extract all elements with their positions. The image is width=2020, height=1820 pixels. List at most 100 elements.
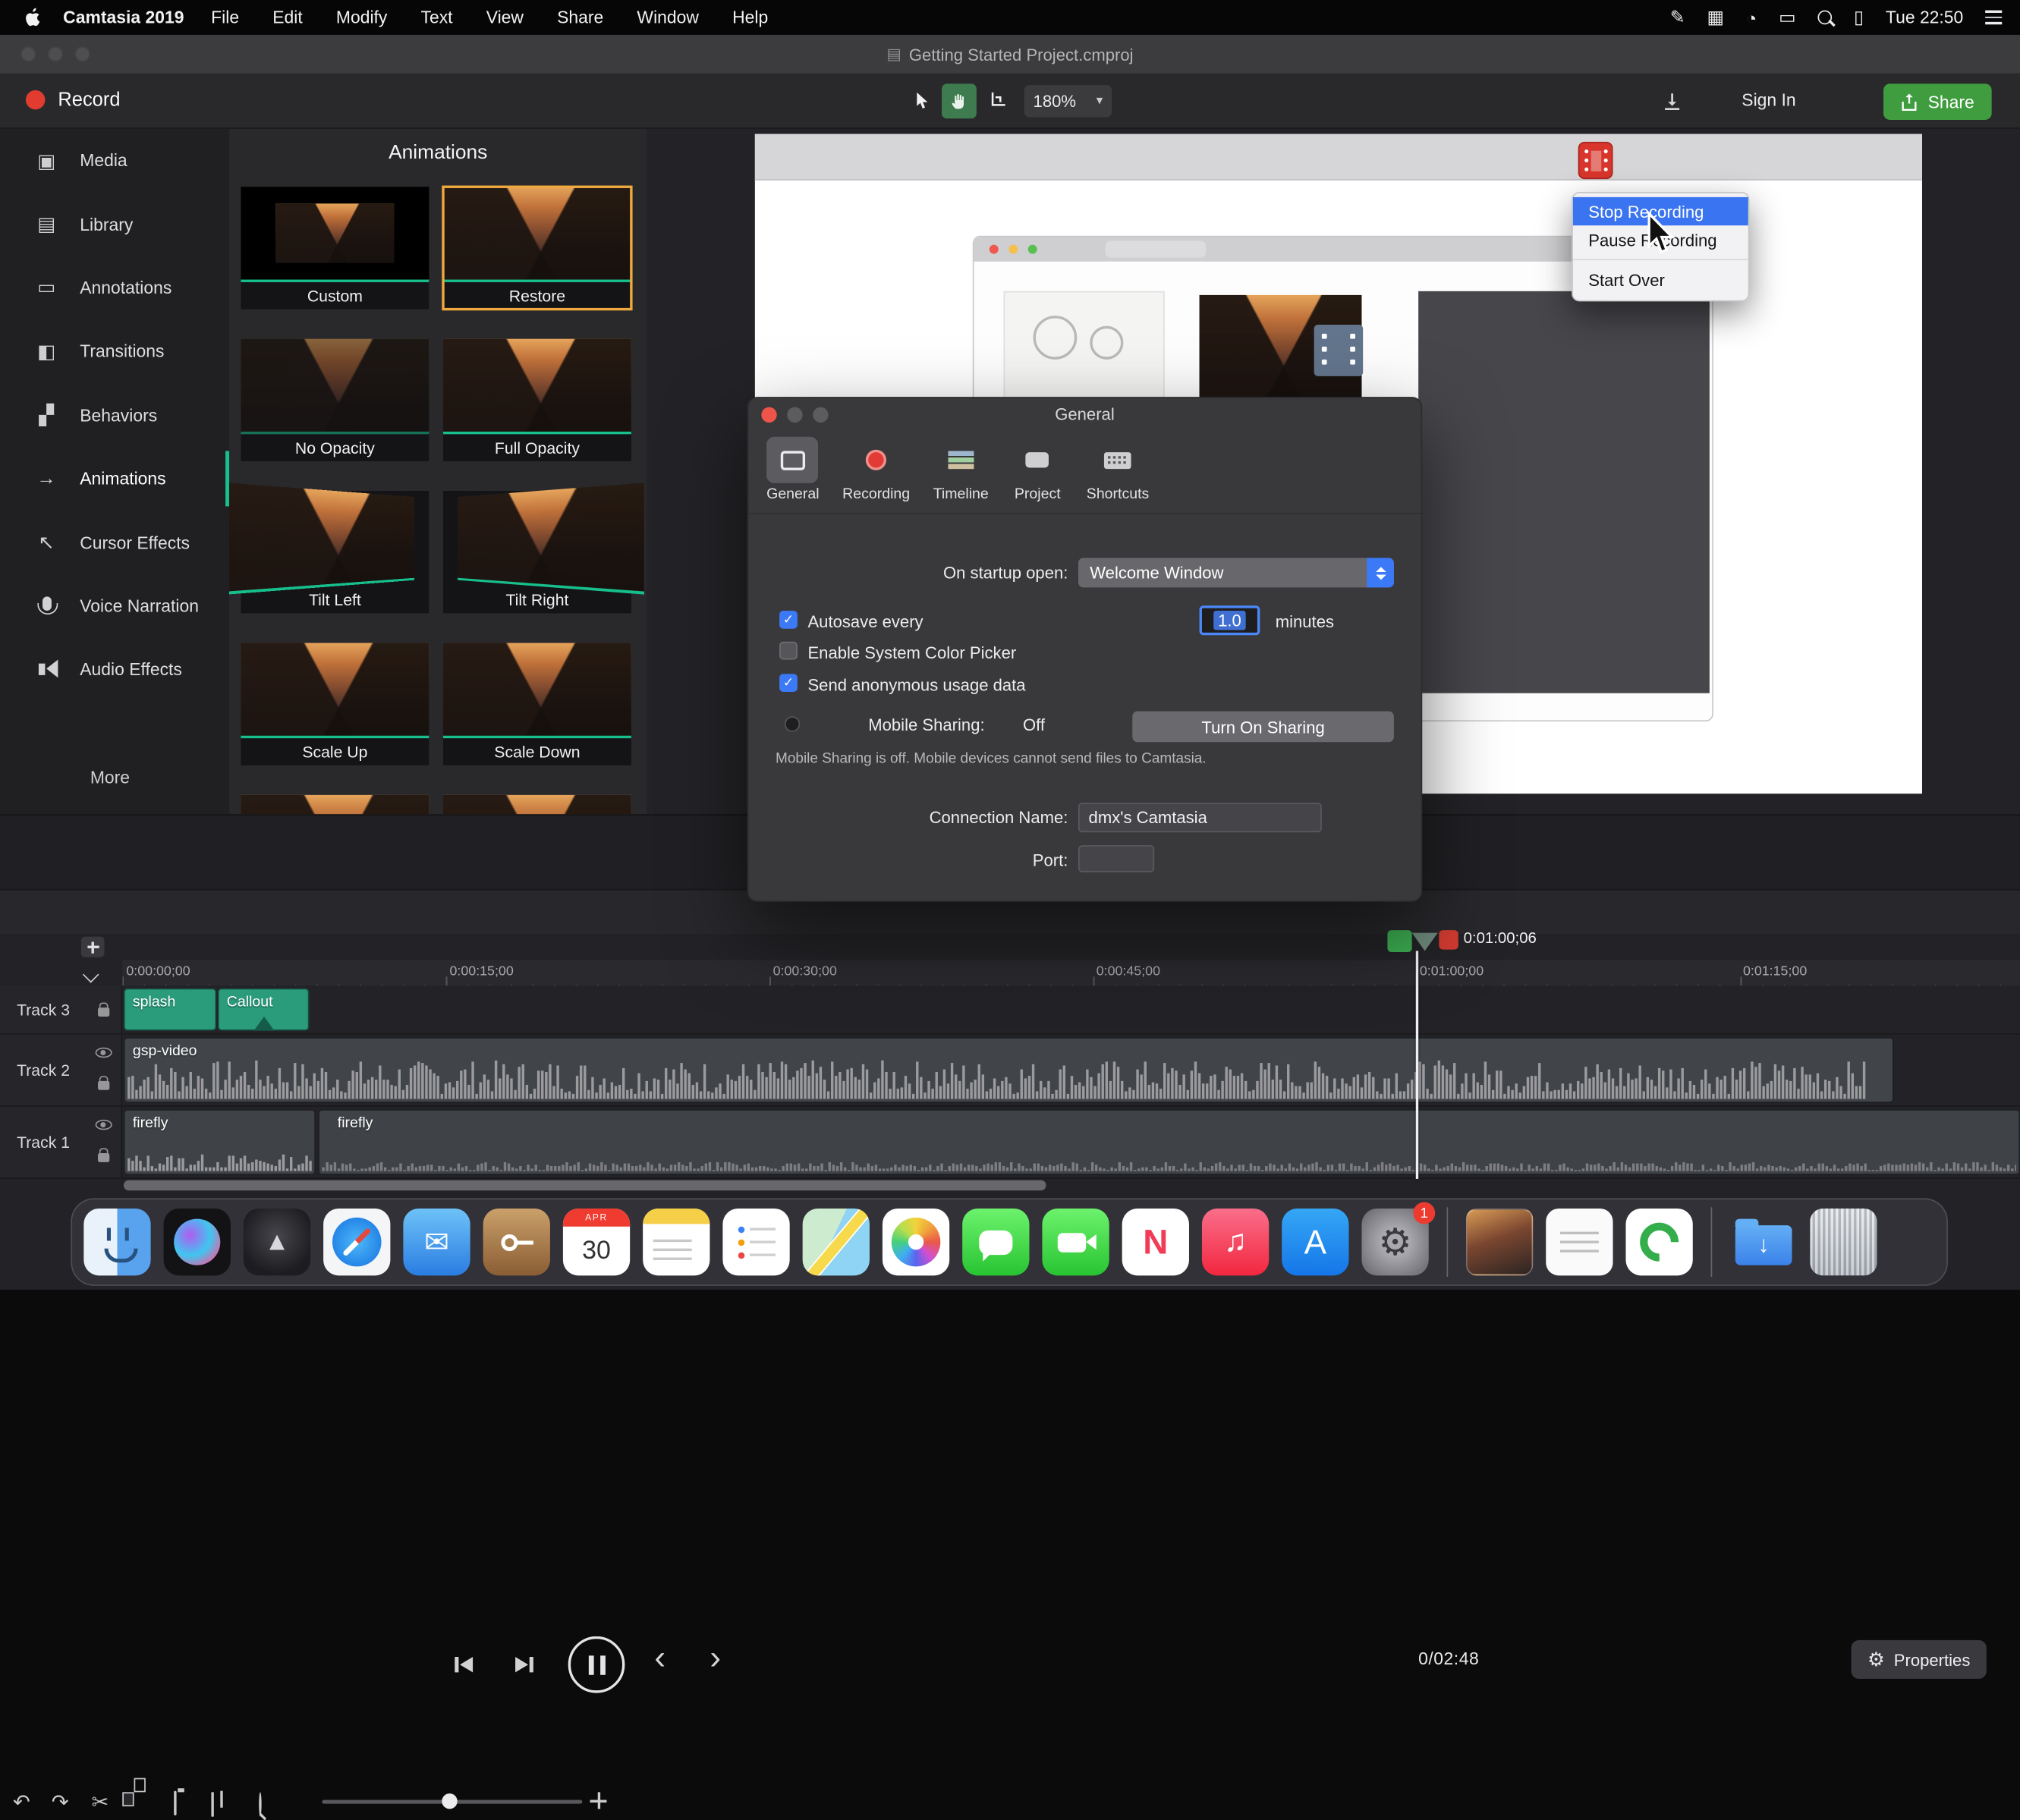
sidebar-item-media[interactable]: ▣Media	[0, 129, 229, 193]
animation-tile-custom[interactable]: Custom	[241, 187, 429, 309]
collapse-tracks-icon[interactable]	[83, 967, 99, 983]
timeline-horizontal-scrollbar[interactable]	[124, 1180, 1046, 1191]
tab-project[interactable]: Project	[1012, 432, 1063, 502]
menu-modify[interactable]: Modify	[319, 8, 404, 27]
tab-timeline[interactable]: Timeline	[933, 432, 989, 502]
menu-text[interactable]: Text	[404, 8, 469, 27]
track-header[interactable]: Track 2	[0, 1035, 122, 1105]
sidebar-item-cursor-effects[interactable]: ↖Cursor Effects	[0, 511, 229, 574]
sign-in-button[interactable]: Sign In	[1742, 90, 1795, 109]
dock-photos-icon[interactable]	[883, 1209, 949, 1275]
dock-app-store-icon[interactable]: A	[1282, 1209, 1348, 1275]
dock-messages-icon[interactable]	[962, 1209, 1029, 1275]
lock-icon[interactable]	[98, 1007, 109, 1017]
dock-camtasia-icon[interactable]	[1625, 1209, 1692, 1275]
eye-icon[interactable]	[96, 1120, 112, 1130]
dock-mail-icon[interactable]: ✉	[403, 1209, 470, 1275]
split-button[interactable]	[211, 1793, 213, 1817]
share-button[interactable]: Share	[1883, 83, 1992, 120]
menu-share[interactable]: Share	[540, 8, 620, 27]
undo-button[interactable]: ↶	[13, 1790, 30, 1815]
notification-center-icon[interactable]	[1985, 11, 2002, 24]
timeline-zoom-slider[interactable]	[322, 1800, 582, 1804]
add-track-button[interactable]	[81, 937, 105, 957]
spotlight-search-icon[interactable]	[1817, 11, 1832, 25]
dock-trash-icon[interactable]	[1810, 1209, 1877, 1275]
menu-edit[interactable]: Edit	[256, 8, 319, 27]
display-mirroring-icon[interactable]: ▭	[1779, 6, 1795, 28]
clip-firefly-2[interactable]: firefly	[318, 1109, 2020, 1175]
sidebar-item-behaviors[interactable]: ▞Behaviors	[0, 383, 229, 447]
dialog-titlebar[interactable]: General	[748, 398, 1421, 432]
sidebar-item-annotations[interactable]: ▭Annotations	[0, 256, 229, 320]
app-menu-title[interactable]: Camtasia 2019	[63, 8, 184, 27]
playhead-handle[interactable]	[1412, 933, 1438, 951]
menu-clock[interactable]: Tue 22:50	[1886, 8, 1963, 27]
clip-gsp-video[interactable]: gsp-video	[124, 1037, 1894, 1103]
dock-safari-icon[interactable]	[323, 1209, 390, 1275]
tab-shortcuts[interactable]: Shortcuts	[1087, 432, 1149, 502]
sidebar-item-audio-effects[interactable]: Audio Effects	[0, 638, 229, 702]
recorder-film-icon[interactable]	[1578, 142, 1613, 179]
timer-icon[interactable]: ◔	[1746, 7, 1757, 27]
color-picker-checkbox[interactable]	[779, 642, 798, 660]
paste-button[interactable]	[174, 1792, 176, 1815]
zoom-button[interactable]	[74, 46, 90, 61]
playhead-out-handle[interactable]	[1439, 930, 1458, 949]
keyboard-grid-icon[interactable]: ▦	[1707, 6, 1724, 28]
autosave-minutes-field[interactable]: 1.0	[1200, 605, 1260, 635]
dock-reminders-icon[interactable]	[722, 1209, 789, 1275]
pause-button[interactable]	[568, 1636, 625, 1693]
playhead-in-handle[interactable]	[1387, 930, 1411, 952]
dock-keychain-icon[interactable]	[483, 1209, 550, 1275]
track-header[interactable]: Track 3	[0, 985, 122, 1033]
tab-general[interactable]: General	[766, 432, 819, 502]
animation-tile-partial[interactable]	[443, 795, 631, 814]
cut-button[interactable]: ✂	[92, 1790, 109, 1815]
export-button[interactable]	[1654, 83, 1691, 118]
sidebar-more-button[interactable]: More	[90, 768, 130, 787]
animation-tile-partial[interactable]	[241, 795, 429, 814]
close-button[interactable]	[20, 46, 36, 61]
apple-logo-icon[interactable]	[26, 8, 42, 27]
canvas-zoom-dropdown[interactable]: 180% ▾	[1024, 85, 1112, 117]
animation-tile-tilt-right[interactable]: Tilt Right	[443, 491, 631, 613]
display-icon[interactable]: ▯	[1854, 6, 1864, 28]
clip-splash[interactable]: splash	[124, 989, 216, 1031]
lock-icon[interactable]	[98, 1153, 109, 1162]
dock-siri-icon[interactable]	[164, 1209, 231, 1275]
eye-icon[interactable]	[96, 1048, 112, 1058]
animation-tile-no-opacity[interactable]: No Opacity	[241, 339, 429, 461]
next-frame-button[interactable]	[505, 1651, 543, 1679]
properties-button[interactable]: ⚙ Properties	[1852, 1640, 1987, 1679]
tab-recording[interactable]: Recording	[842, 432, 910, 502]
track-header[interactable]: Track 1	[0, 1107, 122, 1177]
sidebar-item-animations[interactable]: →Animations	[0, 447, 229, 511]
dock-downloads-folder-icon[interactable]: ↓	[1730, 1209, 1797, 1275]
sidebar-item-voice-narration[interactable]: Voice Narration	[0, 574, 229, 638]
autosave-checkbox[interactable]: ✓	[779, 611, 798, 629]
dock-document-icon[interactable]	[1546, 1209, 1613, 1275]
pointer-tool-button[interactable]	[905, 83, 939, 118]
animation-tile-scale-up[interactable]: Scale Up	[241, 643, 429, 765]
dock-news-icon[interactable]: N	[1122, 1209, 1189, 1275]
dock-facetime-icon[interactable]	[1042, 1209, 1109, 1275]
animation-tile-full-opacity[interactable]: Full Opacity	[443, 339, 631, 461]
playhead-line[interactable]	[1416, 951, 1418, 1179]
jump-forward-button[interactable]: ›	[710, 1640, 721, 1674]
turn-on-sharing-button[interactable]: Turn On Sharing	[1132, 711, 1394, 742]
animation-tile-restore[interactable]: Restore	[443, 187, 631, 309]
crop-tool-button[interactable]	[979, 83, 1014, 118]
pen-icon[interactable]: ✎	[1670, 6, 1685, 28]
menu-window[interactable]: Window	[620, 8, 716, 27]
sidebar-item-library[interactable]: ▤Library	[0, 193, 229, 256]
connection-name-field[interactable]: dmx's Camtasia	[1078, 803, 1322, 832]
menu-help[interactable]: Help	[716, 8, 785, 27]
previous-frame-button[interactable]	[445, 1651, 483, 1679]
minimize-button[interactable]	[48, 46, 63, 61]
menu-view[interactable]: View	[470, 8, 540, 27]
port-field[interactable]	[1078, 845, 1154, 872]
slider-knob[interactable]	[442, 1793, 457, 1809]
dock-finder-icon[interactable]	[83, 1209, 150, 1275]
dock-launchpad-icon[interactable]: ▲	[244, 1209, 310, 1275]
